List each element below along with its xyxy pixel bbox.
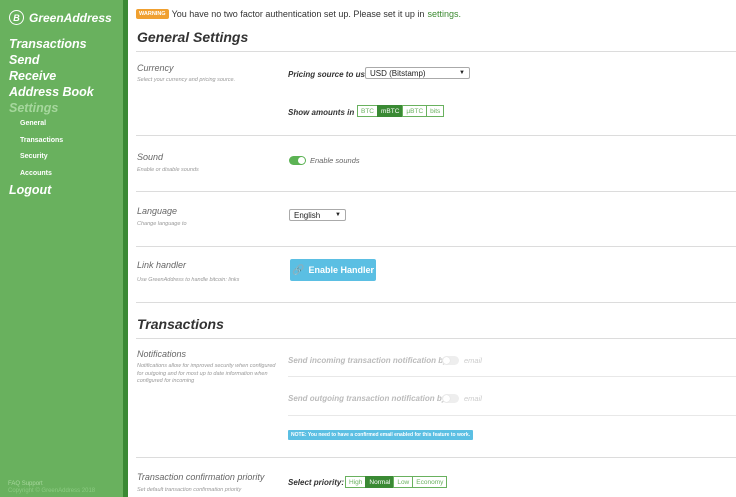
warning-badge: WARNING — [136, 9, 169, 19]
toggle-knob — [443, 395, 450, 402]
chevron-down-icon: ▼ — [335, 212, 341, 218]
show-amounts-label: Show amounts in — [288, 108, 355, 117]
sidebar-subitem-transactions[interactable]: Transactions — [9, 133, 94, 150]
transactions-title: Transactions — [137, 316, 224, 332]
notifications-title: Notifications — [137, 349, 187, 359]
sidebar-nav: Transactions Send Receive Address Book S… — [9, 36, 94, 198]
divider — [288, 376, 736, 377]
unit-bits-button[interactable]: bits — [426, 105, 445, 117]
unit-mbtc-button[interactable]: mBTC — [377, 105, 404, 117]
divider — [136, 338, 736, 339]
select-priority-label: Select priority: — [288, 478, 345, 487]
sidebar-item-settings[interactable]: Settings — [9, 100, 94, 116]
divider — [136, 246, 736, 247]
unit-btc-button[interactable]: BTC — [357, 105, 378, 117]
sound-desc: Enable or disable sounds — [137, 167, 199, 173]
warning-text: You have no two factor authentication se… — [171, 9, 425, 19]
link-handler-title: Link handler — [137, 260, 187, 270]
divider — [136, 457, 736, 458]
settings-link[interactable]: settings. — [427, 9, 461, 19]
priority-normal-button[interactable]: Normal — [365, 476, 395, 488]
link-handler-desc: Use GreenAddress to handle bitcoin: link… — [137, 277, 240, 283]
divider — [136, 302, 736, 303]
outgoing-email-toggle[interactable] — [442, 394, 459, 403]
logo[interactable]: B GreenAddress — [9, 10, 112, 25]
currency-desc: Select your currency and pricing source. — [137, 77, 236, 83]
sound-toggle-label: Enable sounds — [310, 156, 360, 165]
email-note: NOTE: You need to have a confirmed email… — [288, 430, 474, 440]
enable-handler-button[interactable]: 🔗 Enable Handler — [290, 259, 376, 281]
priority-economy-button[interactable]: Economy — [412, 476, 448, 488]
sidebar-item-address-book[interactable]: Address Book — [9, 84, 94, 100]
copyright: Copyright © GreenAddress 2018 — [8, 488, 96, 494]
unit-ubtc-button[interactable]: µBTC — [402, 105, 428, 117]
greenaddress-logo-icon: B — [9, 10, 24, 25]
incoming-email-toggle[interactable] — [442, 356, 459, 365]
notifications-desc: Notifications allow for improved securit… — [137, 363, 276, 384]
two-factor-warning: WARNING You have no two factor authentic… — [136, 9, 461, 19]
outgoing-notification-label: Send outgoing transaction notification b… — [288, 394, 447, 403]
sidebar-subitem-accounts[interactable]: Accounts — [9, 166, 94, 183]
main-content: WARNING You have no two factor authentic… — [136, 0, 736, 497]
sound-title: Sound — [137, 152, 164, 162]
toggle-knob — [443, 357, 450, 364]
pricing-source-label: Pricing source to use — [288, 70, 370, 79]
language-select[interactable]: English ▼ — [289, 209, 346, 221]
divider — [136, 135, 736, 136]
sidebar-item-receive[interactable]: Receive — [9, 68, 94, 84]
logo-text: GreenAddress — [29, 10, 112, 25]
language-value: English — [294, 210, 321, 220]
sidebar-footer: FAQ Support Copyright © GreenAddress 201… — [8, 481, 95, 495]
general-settings-title: General Settings — [137, 29, 249, 45]
priority-title: Transaction confirmation priority — [137, 472, 265, 482]
unit-selector: BTC mBTC µBTC bits — [357, 105, 445, 117]
sidebar-item-logout[interactable]: Logout — [9, 182, 94, 198]
sidebar-item-send[interactable]: Send — [9, 52, 94, 68]
language-desc: Change language to — [137, 221, 187, 227]
enable-handler-label: Enable Handler — [308, 265, 374, 275]
link-icon: 🔗 — [292, 264, 305, 276]
outgoing-email-label: email — [464, 394, 482, 403]
pricing-source-select[interactable]: USD (Bitstamp) ▼ — [365, 67, 470, 79]
divider — [288, 415, 736, 416]
sidebar-item-transactions[interactable]: Transactions — [9, 36, 94, 52]
sidebar-edge — [123, 0, 128, 497]
faq-link[interactable]: FAQ — [8, 481, 20, 487]
priority-desc: Set default transaction confirmation pri… — [137, 487, 242, 493]
divider — [136, 51, 736, 52]
language-title: Language — [137, 206, 178, 216]
priority-high-button[interactable]: High — [345, 476, 367, 488]
sidebar: B GreenAddress Transactions Send Receive… — [0, 0, 123, 497]
sound-toggle[interactable] — [289, 156, 306, 165]
incoming-email-label: email — [464, 356, 482, 365]
toggle-knob — [298, 157, 305, 164]
divider — [136, 191, 736, 192]
support-link[interactable]: Support — [22, 481, 43, 487]
sidebar-subitem-security[interactable]: Security — [9, 149, 94, 166]
pricing-source-value: USD (Bitstamp) — [370, 68, 426, 78]
priority-low-button[interactable]: Low — [393, 476, 414, 488]
priority-selector: High Normal Low Economy — [345, 476, 448, 488]
currency-title: Currency — [137, 63, 174, 73]
incoming-notification-label: Send incoming transaction notification b… — [288, 356, 448, 365]
chevron-down-icon: ▼ — [459, 70, 465, 76]
sidebar-subitem-general[interactable]: General — [9, 116, 94, 133]
